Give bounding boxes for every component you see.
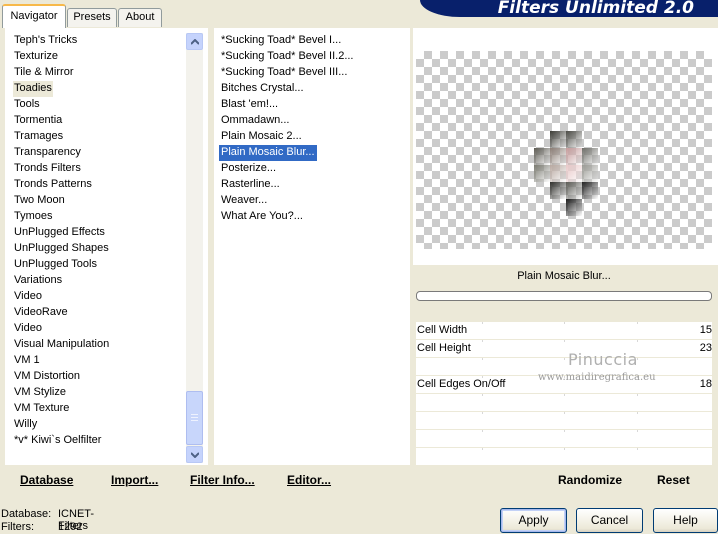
category-item[interactable]: Video bbox=[13, 289, 43, 305]
category-item[interactable]: UnPlugged Effects bbox=[13, 225, 106, 241]
filter-item[interactable]: Posterize... bbox=[219, 161, 278, 177]
mosaic-tile bbox=[550, 148, 566, 165]
filter-item[interactable]: Plain Mosaic Blur... bbox=[219, 145, 317, 161]
filter-item[interactable]: *Sucking Toad* Bevel I... bbox=[219, 33, 343, 49]
filter-item[interactable]: Rasterline... bbox=[219, 177, 282, 193]
category-item[interactable]: Variations bbox=[13, 273, 63, 289]
category-item[interactable]: UnPlugged Shapes bbox=[13, 241, 110, 257]
parameter-row[interactable] bbox=[416, 430, 712, 448]
parameter-value: 23 bbox=[699, 342, 712, 354]
app-title-banner: Filters Unlimited 2.0 bbox=[420, 0, 718, 17]
status-filters-label: Filters: bbox=[1, 521, 34, 533]
filter-item[interactable]: Ommadawn... bbox=[219, 113, 291, 129]
category-scrollbar[interactable] bbox=[186, 33, 203, 463]
filter-item[interactable]: Plain Mosaic 2... bbox=[219, 129, 304, 145]
parameter-value: 15 bbox=[699, 324, 712, 336]
category-item[interactable]: Texturize bbox=[13, 49, 59, 65]
parameter-label: Cell Height bbox=[417, 342, 471, 354]
mosaic-tile bbox=[566, 182, 582, 199]
category-item[interactable]: Tramages bbox=[13, 129, 64, 145]
category-list: Teph's Tricks Texturize Tile & Mirror Toadi… bbox=[13, 33, 110, 449]
mosaic-tile bbox=[534, 148, 550, 165]
category-item[interactable]: Transparency bbox=[13, 145, 82, 161]
database-button[interactable]: Database bbox=[20, 473, 73, 487]
parameter-row[interactable]: Cell Height 23 bbox=[416, 340, 712, 358]
mosaic-tile bbox=[534, 165, 550, 182]
filter-name-label: Plain Mosaic Blur... bbox=[517, 270, 611, 282]
mosaic-tile bbox=[550, 131, 566, 148]
status-database-label: Database: bbox=[1, 508, 52, 520]
category-item[interactable]: VM Texture bbox=[13, 401, 70, 417]
import-button[interactable]: Import... bbox=[111, 473, 158, 487]
mosaic-tile bbox=[582, 148, 598, 165]
category-item[interactable]: Tile & Mirror bbox=[13, 65, 74, 81]
reset-button[interactable]: Reset bbox=[657, 473, 690, 487]
category-item[interactable]: Toadies bbox=[13, 81, 53, 97]
category-item[interactable]: Tronds Filters bbox=[13, 161, 82, 177]
tab-about[interactable]: About bbox=[118, 8, 162, 27]
help-button[interactable]: Help bbox=[653, 508, 718, 533]
editor-button[interactable]: Editor... bbox=[287, 473, 331, 487]
filter-item[interactable]: *Sucking Toad* Bevel II.2... bbox=[219, 49, 356, 65]
progress-bar bbox=[416, 291, 712, 301]
status-filters-value: 1292 bbox=[58, 521, 83, 533]
category-item[interactable]: *v* Kiwi`s Oelfilter bbox=[13, 433, 102, 449]
filter-item[interactable]: Bitches Crystal... bbox=[219, 81, 306, 97]
mosaic-tile bbox=[550, 182, 566, 199]
parameter-row[interactable]: Cell Width 15 bbox=[416, 322, 712, 340]
parameter-row[interactable] bbox=[416, 448, 712, 466]
status-database: Database: ICNET-Filters bbox=[1, 508, 94, 532]
mosaic-tile bbox=[566, 199, 582, 216]
category-item[interactable]: VM 1 bbox=[13, 353, 41, 369]
parameter-row[interactable] bbox=[416, 394, 712, 412]
scroll-down-button[interactable] bbox=[186, 446, 203, 463]
cancel-button[interactable]: Cancel bbox=[576, 508, 643, 533]
tab-presets[interactable]: Presets bbox=[67, 8, 117, 27]
category-item[interactable]: Tools bbox=[13, 97, 41, 113]
mosaic-tile bbox=[582, 182, 598, 199]
tab-navigator[interactable]: Navigator bbox=[2, 4, 66, 28]
mosaic-tile bbox=[550, 165, 566, 182]
chevron-up-icon bbox=[191, 39, 199, 45]
parameter-list: Cell Width 15 Cell Height 23 Cell Edges On/O… bbox=[416, 322, 712, 466]
watermark-site: www.maidiregrafica.eu bbox=[538, 372, 656, 383]
mosaic-tile bbox=[566, 131, 582, 148]
category-item[interactable]: VideoRave bbox=[13, 305, 69, 321]
scroll-up-button[interactable] bbox=[186, 33, 203, 50]
mosaic-tile bbox=[566, 165, 582, 182]
filter-item[interactable]: Blast 'em!... bbox=[219, 97, 280, 113]
category-item[interactable]: Teph's Tricks bbox=[13, 33, 78, 49]
watermark-name: Pinuccia bbox=[568, 350, 638, 369]
scroll-thumb[interactable] bbox=[186, 391, 203, 445]
category-item[interactable]: Visual Manipulation bbox=[13, 337, 110, 353]
apply-button[interactable]: Apply bbox=[500, 508, 567, 533]
filter-item[interactable]: *Sucking Toad* Bevel III... bbox=[219, 65, 349, 81]
category-item[interactable]: Tronds Patterns bbox=[13, 177, 93, 193]
mosaic-tile bbox=[566, 148, 582, 165]
preview-image[interactable] bbox=[416, 51, 712, 249]
mosaic-tile bbox=[582, 165, 598, 182]
category-item[interactable]: Two Moon bbox=[13, 193, 66, 209]
category-item[interactable]: VM Stylize bbox=[13, 385, 67, 401]
parameter-label: Cell Width bbox=[417, 324, 468, 336]
parameter-value: 18 bbox=[699, 378, 712, 390]
category-item[interactable]: Tormentia bbox=[13, 113, 63, 129]
parameter-label: Cell Edges On/Off bbox=[417, 378, 506, 390]
filter-item[interactable]: Weaver... bbox=[219, 193, 269, 209]
category-item[interactable]: Willy bbox=[13, 417, 38, 433]
category-item[interactable]: Video bbox=[13, 321, 43, 337]
category-item[interactable]: UnPlugged Tools bbox=[13, 257, 98, 273]
filter-item[interactable]: What Are You?... bbox=[219, 209, 305, 225]
filter-list: *Sucking Toad* Bevel I... *Sucking Toad* … bbox=[219, 33, 356, 225]
status-filters: Filters: 1292 bbox=[1, 521, 82, 533]
category-item[interactable]: Tymoes bbox=[13, 209, 54, 225]
parameter-row[interactable] bbox=[416, 412, 712, 430]
category-item[interactable]: VM Distortion bbox=[13, 369, 81, 385]
randomize-button[interactable]: Randomize bbox=[558, 473, 622, 487]
chevron-down-icon bbox=[191, 452, 199, 458]
filter-info-button[interactable]: Filter Info... bbox=[190, 473, 255, 487]
